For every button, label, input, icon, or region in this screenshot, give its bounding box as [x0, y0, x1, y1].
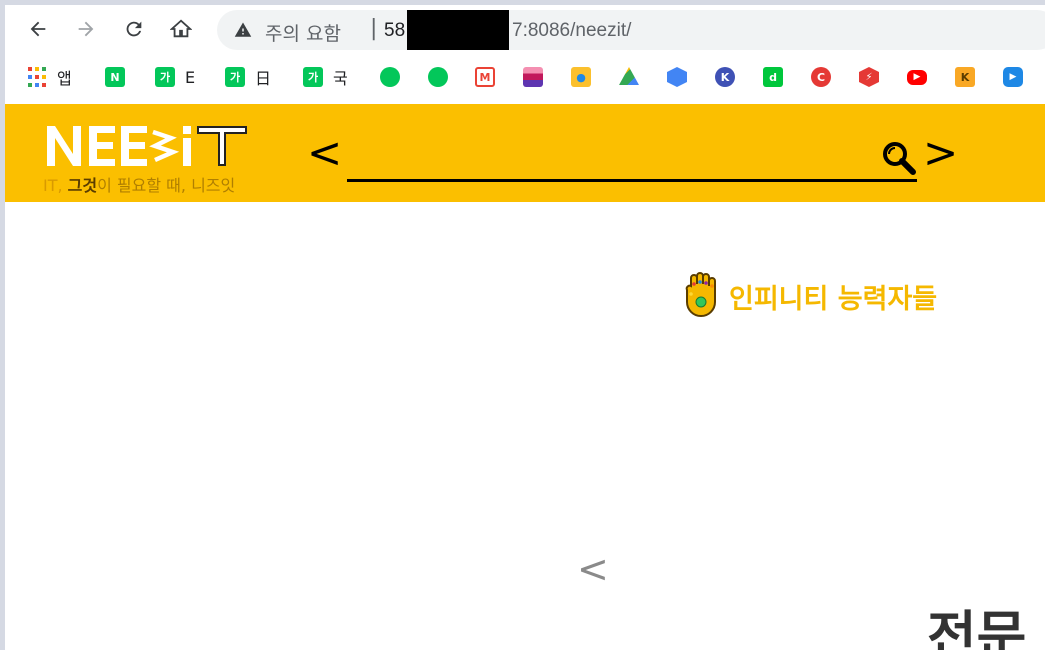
d-icon: d — [763, 67, 783, 87]
bookmark-item[interactable]: ● — [571, 66, 591, 88]
bookmark-label: 日 — [255, 69, 272, 88]
bookmark-item[interactable]: ⚡ — [859, 66, 879, 88]
bookmark-item[interactable]: 가日 — [225, 66, 271, 88]
home-button[interactable] — [166, 14, 196, 44]
address-bar[interactable]: 주의 요함 | 58 7:8086/neezit/ — [217, 10, 1045, 50]
security-warning-label: 주의 요함 — [265, 23, 341, 45]
arrow-right-icon — [78, 21, 94, 37]
kakao-icon: K — [955, 67, 975, 87]
bookmark-item[interactable]: ▶ — [1003, 66, 1023, 88]
browser-window: 주의 요함 | 58 7:8086/neezit/ 앱 N 가 E 가 日 가 국 M ● Kd C ⚡… — [0, 0, 1045, 650]
bookmark-item[interactable]: d — [763, 66, 783, 88]
url-separator: | — [370, 16, 378, 41]
bookmark-item[interactable]: 앱 — [27, 66, 72, 88]
warning-icon — [234, 22, 252, 37]
naver-dict-icon: 가 — [225, 67, 245, 87]
drive-icon — [619, 67, 639, 85]
logo-tagline: IT, 그것이 필요할 때, 니즈잇 — [43, 176, 236, 195]
bookmark-item[interactable] — [380, 66, 400, 88]
reload-button[interactable] — [119, 14, 149, 44]
play-icon: ▶ — [1003, 67, 1023, 87]
carousel-prev-button[interactable]: < — [577, 547, 609, 591]
site-logo[interactable]: IT, 그것이 필요할 때, 니즈잇 — [43, 118, 263, 195]
bookmark-label: 앱 — [57, 69, 72, 88]
home-icon — [170, 19, 192, 38]
cafe-icon — [380, 67, 400, 87]
bookmark-item[interactable]: M — [475, 66, 495, 88]
partial-heading: 전문 — [927, 605, 1027, 650]
lightning-icon: ⚡ — [859, 67, 879, 87]
gmail-icon: M — [475, 67, 495, 87]
arrow-left-icon — [30, 21, 46, 37]
apps-grid-icon — [27, 67, 47, 87]
naver-dict-icon: 가 — [155, 67, 175, 87]
search-bracket-right: > — [923, 128, 959, 177]
main-content: 인피니티 능력자들 < 전문 — [5, 202, 1045, 650]
kbh-icon: K — [715, 67, 735, 87]
url-prefix: 58 — [384, 20, 406, 41]
search-bracket-left: < — [307, 128, 343, 177]
infinity-gauntlet-icon — [685, 272, 716, 317]
back-button[interactable] — [23, 14, 53, 44]
bookmark-item[interactable] — [428, 66, 448, 88]
bookmark-item[interactable]: K — [715, 66, 735, 88]
bookmark-label: E — [185, 67, 196, 87]
bookmark-item[interactable]: ▶ — [907, 66, 927, 88]
forward-button[interactable] — [71, 14, 101, 44]
youtube-icon: ▶ — [907, 69, 927, 85]
section-heading: 인피니티 능력자들 — [681, 272, 937, 320]
flag-icon — [523, 67, 543, 87]
reload-icon — [126, 21, 142, 37]
browser-toolbar: 주의 요함 | 58 7:8086/neezit/ — [5, 5, 1045, 53]
url-suffix: 7:8086/neezit/ — [512, 20, 632, 41]
bookmark-item[interactable] — [619, 66, 639, 88]
redacted-url-block — [407, 10, 509, 50]
naver-icon: N — [105, 67, 125, 87]
search-icon[interactable] — [881, 140, 917, 176]
map-pin-icon: ● — [571, 67, 591, 87]
bookmark-item[interactable]: N — [105, 66, 125, 88]
bookmarks-bar: 앱 N 가 E 가 日 가 국 M ● Kd C ⚡ ▶ K ▶ — [5, 53, 1045, 99]
naver-dict-icon: 가 — [303, 67, 323, 87]
bookmark-item[interactable] — [523, 66, 543, 88]
mail-icon — [428, 67, 448, 87]
section-title: 인피니티 능력자들 — [729, 283, 938, 315]
c-icon: C — [811, 67, 831, 87]
bookmark-item[interactable]: 가E — [155, 66, 195, 88]
cube-icon — [667, 67, 687, 87]
bookmark-label: 국 — [333, 69, 348, 88]
bookmark-item[interactable]: 가국 — [303, 66, 348, 88]
bookmark-item[interactable]: K — [955, 66, 975, 88]
bookmark-item[interactable]: C — [811, 66, 831, 88]
neezit-logo-icon — [47, 126, 247, 166]
site-header: IT, 그것이 필요할 때, 니즈잇 < > — [5, 104, 1045, 202]
search-input[interactable] — [347, 142, 917, 182]
bookmark-item[interactable] — [667, 66, 687, 88]
